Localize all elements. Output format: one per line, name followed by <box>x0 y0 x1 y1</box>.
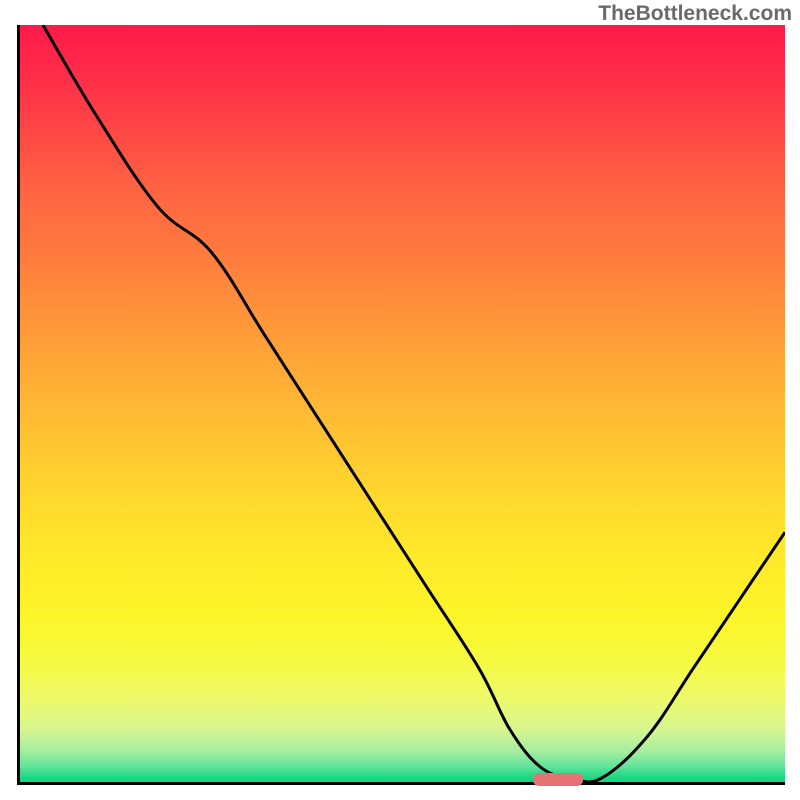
watermark-text: TheBottleneck.com <box>598 2 792 26</box>
chart-curve <box>20 25 785 782</box>
chart-container: TheBottleneck.com <box>0 0 800 800</box>
optimal-marker <box>533 773 583 786</box>
plot-area <box>17 25 785 785</box>
